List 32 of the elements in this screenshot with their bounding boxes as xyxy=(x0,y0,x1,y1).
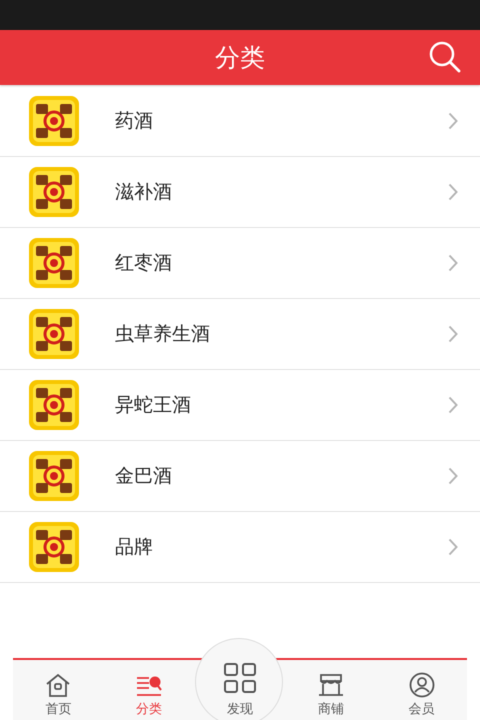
category-row[interactable]: 滋补酒 xyxy=(0,157,480,228)
chevron-right-icon xyxy=(448,325,458,343)
search-icon[interactable] xyxy=(428,40,462,74)
tab[interactable]: 商铺 xyxy=(285,660,376,720)
category-row[interactable]: 异蛇王酒 xyxy=(0,370,480,441)
category-name: 品牌 xyxy=(115,535,154,560)
category-name: 虫草养生酒 xyxy=(115,322,211,347)
chevron-right-icon xyxy=(448,467,458,485)
home-icon xyxy=(44,672,72,698)
category-row[interactable]: 药酒 xyxy=(0,86,480,157)
shop-icon xyxy=(316,672,345,698)
chevron-right-icon xyxy=(448,183,458,201)
category-row[interactable]: 红枣酒 xyxy=(0,228,480,299)
chevron-right-icon xyxy=(448,396,458,414)
chevron-right-icon xyxy=(448,254,458,272)
grid-icon xyxy=(222,662,257,694)
category-name: 药酒 xyxy=(115,109,154,134)
category-name: 滋补酒 xyxy=(115,180,173,205)
tab[interactable]: 会员 xyxy=(376,660,467,720)
category-name: 异蛇王酒 xyxy=(115,393,192,418)
category-name: 金巴酒 xyxy=(115,464,173,489)
user-icon xyxy=(408,672,436,698)
category-row[interactable]: 虫草养生酒 xyxy=(0,299,480,370)
category-name: 红枣酒 xyxy=(115,251,173,276)
tab[interactable]: 发现 xyxy=(194,660,286,720)
page-title: 分类 xyxy=(215,42,265,74)
chevron-right-icon xyxy=(448,112,458,130)
category-row[interactable]: 品牌 xyxy=(0,512,480,583)
category-row[interactable]: 金巴酒 xyxy=(0,441,480,512)
tab[interactable]: 分类 xyxy=(104,660,195,720)
chevron-right-icon xyxy=(448,538,458,556)
tab[interactable]: 首页 xyxy=(13,660,104,720)
